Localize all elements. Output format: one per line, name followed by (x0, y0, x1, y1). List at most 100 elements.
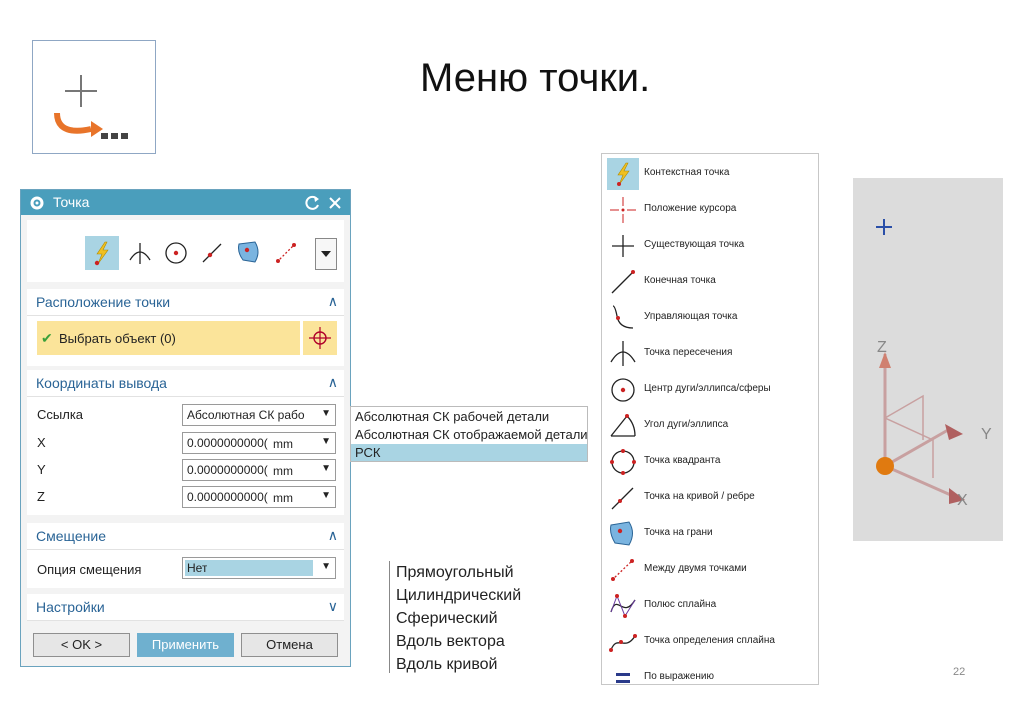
section-output-body: Ссылка Абсолютная СК рабо ▼ X 0.00000000… (27, 397, 344, 515)
spline-defining-point-icon (609, 634, 637, 652)
menu-item-arc-angle[interactable]: Угол дуги/эллипса (602, 408, 818, 442)
offset-option[interactable]: Вдоль вектора (396, 633, 505, 651)
point-dialog: Точка Расположение точки ∧ ✔ Выбрать объ… (20, 189, 351, 667)
x-field[interactable]: 0.0000000000( mm ▼ (182, 432, 336, 454)
menu-item-inferred-point[interactable]: Контекстная точка (602, 156, 818, 190)
section-title: Смещение (36, 528, 107, 544)
offset-option[interactable]: Прямоугольный (396, 564, 514, 582)
section-title: Расположение точки (36, 294, 171, 310)
menu-item-label: Положение курсора (644, 203, 737, 214)
close-icon[interactable] (327, 195, 343, 211)
menu-item-spline-defining-point[interactable]: Точка определения сплайна (602, 624, 818, 658)
reference-option[interactable]: Абсолютная СК отображаемой детали (355, 427, 588, 442)
y-field[interactable]: 0.0000000000( mm ▼ (182, 459, 336, 481)
select-object-field[interactable]: ✔ Выбрать объект (0) (37, 321, 300, 355)
chevron-up-icon[interactable]: ∧ (328, 293, 338, 310)
reference-select[interactable]: Абсолютная СК рабо ▼ (182, 404, 336, 426)
lightning-point-icon (94, 241, 109, 266)
section-title: Настройки (36, 599, 105, 615)
offset-option[interactable]: Цилиндрический (396, 587, 521, 605)
gear-icon[interactable] (29, 195, 45, 211)
offset-option[interactable]: Вдоль кривой (396, 656, 497, 674)
cancel-button[interactable]: Отмена (241, 633, 338, 657)
graphics-viewport[interactable]: Z Y X (853, 178, 1003, 541)
chevron-down-icon[interactable]: ∨ (328, 598, 338, 615)
menu-item-label: Конечная точка (644, 275, 716, 286)
offset-option-select[interactable]: Нет ▼ (182, 557, 336, 579)
point-on-curve-icon (611, 487, 634, 510)
section-offset-body: Опция смещения Нет ▼ (27, 550, 344, 588)
chevron-down-icon[interactable]: ▼ (321, 561, 331, 572)
arc-center-icon[interactable] (163, 240, 189, 266)
reference-option[interactable]: Абсолютная СК рабочей детали (355, 409, 549, 424)
section-offset-header[interactable]: Смещение ∧ (27, 523, 344, 550)
z-label: Z (37, 489, 45, 504)
menu-item-spline-pole[interactable]: Полюс сплайна (602, 588, 818, 622)
x-label: X (37, 435, 46, 450)
point-constructor-button[interactable] (302, 321, 337, 355)
menu-item-end-point[interactable]: Конечная точка (602, 264, 818, 298)
z-unit: mm (273, 491, 293, 505)
ok-button[interactable]: < OK > (33, 633, 130, 657)
chevron-up-icon[interactable]: ∧ (328, 527, 338, 544)
menu-item-quadrant-point[interactable]: Точка квадранта (602, 444, 818, 478)
end-point-icon (611, 270, 635, 294)
z-value: 0.0000000000( (187, 490, 268, 504)
menu-item-label: Полюс сплайна (644, 599, 717, 610)
menu-item-label: По выражению (644, 671, 715, 682)
x-value: 0.0000000000( (187, 436, 268, 450)
checkmark-icon: ✔ (41, 330, 53, 346)
quadrant-point-icon (610, 449, 636, 475)
menu-item-intersection-point[interactable]: Точка пересечения (602, 336, 818, 370)
axis-z-label: Z (877, 339, 887, 356)
y-unit: mm (273, 464, 293, 478)
reference-label: Ссылка (37, 407, 84, 422)
type-dropdown-button[interactable] (315, 238, 337, 270)
dialog-title: Точка (53, 194, 90, 210)
between-points-icon[interactable] (273, 240, 299, 266)
inferred-point-button[interactable] (85, 236, 119, 270)
offset-option[interactable]: Сферический (396, 610, 498, 628)
menu-item-by-expression[interactable]: По выражению (602, 660, 818, 694)
menu-item-label: Точка на кривой / ребре (644, 491, 755, 502)
crosshair-icon (309, 327, 331, 349)
section-output-header[interactable]: Координаты вывода ∧ (27, 370, 344, 397)
point-on-face-icon (610, 521, 633, 546)
menu-item-label: Точка пересечения (644, 347, 733, 358)
menu-item-control-point[interactable]: Управляющая точка (602, 300, 818, 334)
chevron-down-icon[interactable]: ▼ (321, 408, 331, 419)
arc-angle-icon (610, 414, 636, 437)
menu-item-existing-point[interactable]: Существующая точка (602, 228, 818, 262)
type-toolbar (27, 220, 344, 282)
offset-options-list: Прямоугольный Цилиндрический Сферический… (389, 561, 540, 673)
intersection-point-icon (610, 341, 636, 366)
apply-button[interactable]: Применить (137, 633, 234, 657)
point-on-curve-icon[interactable] (199, 240, 225, 266)
reset-icon[interactable] (305, 195, 321, 211)
menu-item-arc-center[interactable]: Центр дуги/эллипса/сферы (602, 372, 818, 406)
menu-item-label: Центр дуги/эллипса/сферы (644, 383, 771, 394)
lightning-point-icon (617, 162, 630, 186)
section-settings-header[interactable]: Настройки ∨ (27, 594, 344, 621)
menu-item-point-on-face[interactable]: Точка на грани (602, 516, 818, 550)
between-points-icon (611, 559, 634, 581)
section-location-header[interactable]: Расположение точки ∧ (27, 289, 344, 316)
chevron-down-icon (321, 251, 331, 257)
chevron-down-icon[interactable]: ▼ (321, 463, 331, 474)
menu-item-cursor-location[interactable]: Положение курсора (602, 192, 818, 226)
reference-option-selected[interactable]: РСК (351, 444, 587, 461)
menu-item-point-on-curve[interactable]: Точка на кривой / ребре (602, 480, 818, 514)
chevron-down-icon[interactable]: ▼ (321, 436, 331, 447)
axis-x-label: X (957, 492, 968, 509)
intersection-point-icon[interactable] (127, 240, 153, 266)
point-on-face-icon[interactable] (235, 238, 263, 266)
menu-item-between-points[interactable]: Между двумя точками (602, 552, 818, 586)
chevron-down-icon[interactable]: ▼ (321, 490, 331, 501)
point-dialog-launcher-icon (54, 75, 128, 139)
control-point-icon (612, 305, 634, 329)
reference-options-list: Абсолютная СК рабочей детали Абсолютная … (350, 406, 588, 462)
chevron-up-icon[interactable]: ∧ (328, 374, 338, 391)
z-field[interactable]: 0.0000000000( mm ▼ (182, 486, 336, 508)
slide-title: Меню точки. (420, 56, 651, 100)
menu-item-label: Между двумя точками (644, 563, 747, 574)
